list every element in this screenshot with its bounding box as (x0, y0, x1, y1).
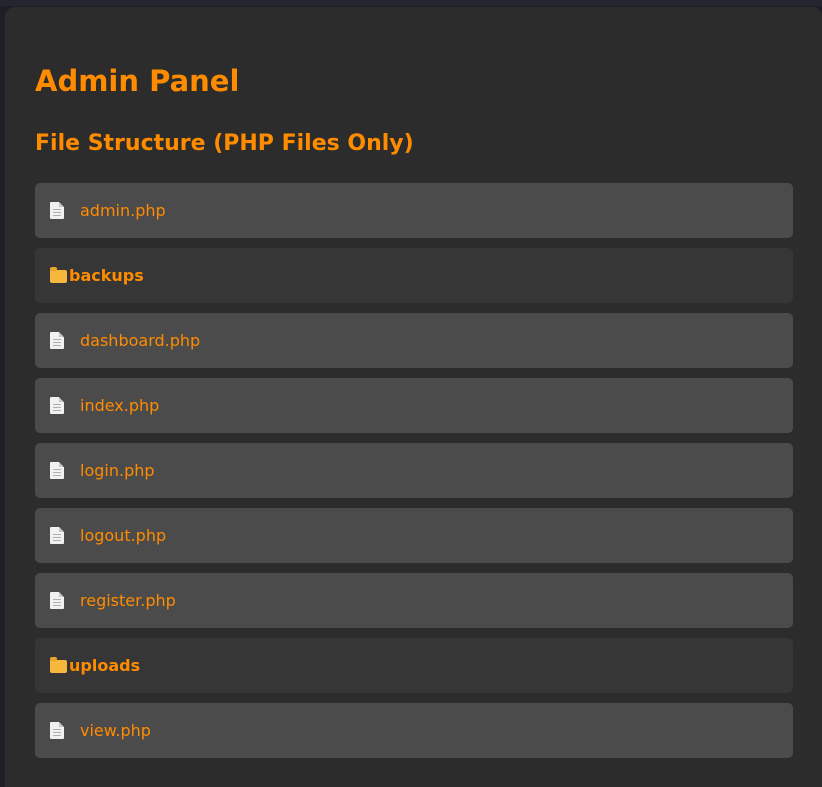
file-row-login[interactable]: login.php (35, 443, 793, 498)
file-row-view[interactable]: view.php (35, 703, 793, 758)
page-title: Admin Panel (35, 64, 240, 98)
folder-label[interactable]: uploads (69, 656, 140, 675)
file-structure-list: admin.php backups dashboard.php index.ph… (35, 183, 793, 768)
file-row-register[interactable]: register.php (35, 573, 793, 628)
file-link[interactable]: index.php (80, 396, 159, 415)
file-row-admin[interactable]: admin.php (35, 183, 793, 238)
folder-row-uploads[interactable]: uploads (35, 638, 793, 693)
admin-panel-container: Admin Panel File Structure (PHP Files On… (5, 7, 822, 787)
folder-icon (50, 657, 67, 673)
section-title: File Structure (PHP Files Only) (35, 131, 414, 156)
file-icon (50, 527, 64, 544)
folder-row-backups[interactable]: backups (35, 248, 793, 303)
file-link[interactable]: view.php (80, 721, 151, 740)
window-top-bar (0, 0, 822, 6)
folder-icon (50, 267, 67, 283)
file-icon (50, 332, 64, 349)
file-link[interactable]: admin.php (80, 201, 166, 220)
file-row-dashboard[interactable]: dashboard.php (35, 313, 793, 368)
file-icon (50, 202, 64, 219)
file-link[interactable]: login.php (80, 461, 155, 480)
file-icon (50, 462, 64, 479)
file-row-logout[interactable]: logout.php (35, 508, 793, 563)
file-icon (50, 592, 64, 609)
file-link[interactable]: register.php (80, 591, 176, 610)
file-link[interactable]: dashboard.php (80, 331, 200, 350)
file-icon (50, 722, 64, 739)
file-icon (50, 397, 64, 414)
file-row-index[interactable]: index.php (35, 378, 793, 433)
file-link[interactable]: logout.php (80, 526, 166, 545)
folder-label[interactable]: backups (69, 266, 144, 285)
